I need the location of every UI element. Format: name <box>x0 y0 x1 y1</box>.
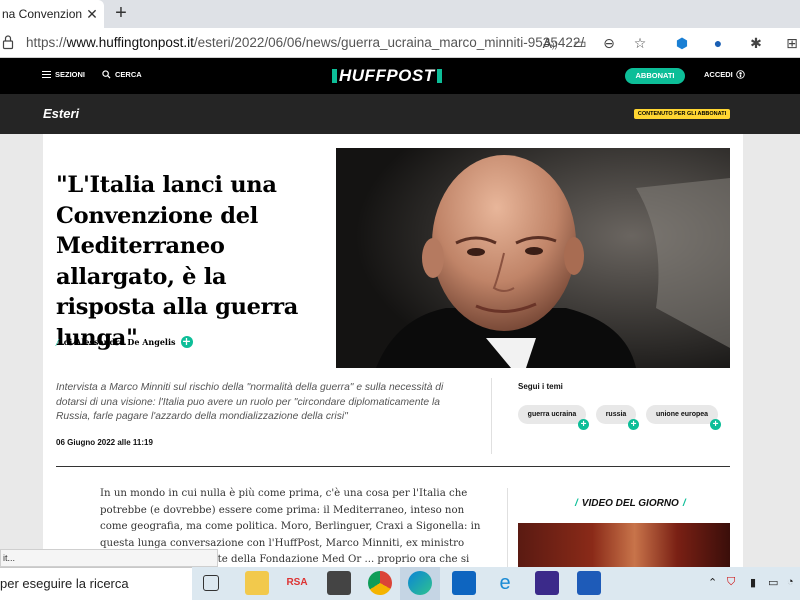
tray-network-icon[interactable]: ◔ <box>787 576 794 588</box>
login-button[interactable]: ACCEDI <box>704 70 745 79</box>
search-label: CERCA <box>115 70 142 79</box>
url-field[interactable]: https://www.huffingtonpost.it/esteri/202… <box>26 35 584 50</box>
lock-icon[interactable] <box>2 34 14 50</box>
edge-icon[interactable] <box>408 571 432 595</box>
favorite-star-icon[interactable]: ☆ <box>630 33 650 53</box>
new-tab-button[interactable]: + <box>110 2 132 24</box>
outlook-icon[interactable] <box>452 571 476 595</box>
app-icon-dark[interactable] <box>327 571 351 595</box>
horizontal-rule <box>56 466 730 467</box>
hamburger-icon <box>42 71 51 78</box>
tray-chevron-icon[interactable]: ⌃ <box>708 576 717 589</box>
url-host: www.huffingtonpost.it <box>66 35 194 50</box>
video-title-text: VIDEO DEL GIORNO <box>581 498 679 509</box>
topics-title: Segui i temi <box>518 382 563 391</box>
follow-tag-plus-icon[interactable]: + <box>710 419 721 430</box>
internet-explorer-icon[interactable]: e <box>493 571 517 595</box>
tray-usb-icon[interactable]: ▮ <box>750 576 756 589</box>
follow-tag-plus-icon[interactable]: + <box>628 419 639 430</box>
tag-label: russia <box>605 411 627 418</box>
column-divider <box>491 378 492 454</box>
tag-label: unione europea <box>655 411 709 418</box>
article-headline: "L'Italia lanci una Convenzione del Medi… <box>56 172 299 351</box>
tab-close-icon[interactable]: ✕ <box>82 6 102 23</box>
follow-tag-plus-icon[interactable]: + <box>578 419 589 430</box>
chrome-icon[interactable] <box>368 571 392 595</box>
sections-label: SEZIONI <box>55 70 86 79</box>
zoom-icon[interactable]: ⊖ <box>599 33 619 53</box>
browser-tab-bar: na Convenzione d ✕ + <box>0 0 800 28</box>
tag-unione-europea[interactable]: unione europea + <box>646 405 721 430</box>
byline: / di Alessandro De Angelis + <box>56 336 193 348</box>
logo-right-bar <box>436 69 442 83</box>
section-title[interactable]: Esteri <box>43 106 79 121</box>
huffpost-logo[interactable]: HUFFPOST <box>332 66 442 85</box>
url-prefix: https:// <box>26 35 67 50</box>
url-path: /esteri/2022/06/06/news/guerra_ucraina_m… <box>193 35 585 50</box>
site-header: SEZIONI CERCA HUFFPOST ABBONATI ACCEDI <box>0 58 800 94</box>
address-bar: https://www.huffingtonpost.it/esteri/202… <box>0 28 800 58</box>
tag-label: guerra ucraina <box>527 411 577 418</box>
subscribe-button[interactable]: ABBONATI <box>625 68 685 84</box>
search-button[interactable]: CERCA <box>102 70 142 79</box>
taskbar-search-input[interactable]: per eseguire la ricerca <box>0 567 192 600</box>
video-of-the-day-heading: / VIDEO DEL GIORNO / <box>575 498 686 509</box>
word-icon[interactable] <box>577 571 601 595</box>
task-view-icon[interactable] <box>203 575 219 591</box>
read-aloud-icon[interactable]: A)) <box>540 33 560 53</box>
author-name[interactable]: di Alessandro De Angelis <box>64 337 176 347</box>
extension-s-icon[interactable]: ● <box>708 33 728 53</box>
portrait-image <box>336 148 730 368</box>
follow-author-plus-icon[interactable]: + <box>180 336 193 348</box>
article-photo <box>336 148 730 368</box>
extension-shield-icon[interactable]: ⬢ <box>672 33 692 53</box>
slash-decoration: / <box>682 498 686 509</box>
video-thumbnail[interactable] <box>518 523 730 567</box>
tray-antivirus-icon[interactable]: ⛉ <box>727 576 735 589</box>
browser-tab-active[interactable]: na Convenzione d ✕ <box>0 0 104 28</box>
file-explorer-icon[interactable] <box>245 571 269 595</box>
reader-view-icon[interactable]: ▭ <box>570 33 590 53</box>
sidebar-divider <box>507 488 508 567</box>
tag-russia[interactable]: russia + <box>596 405 639 430</box>
sections-menu-button[interactable]: SEZIONI <box>42 70 85 79</box>
status-popup: it... <box>0 549 218 567</box>
rsa-app-icon[interactable]: RSA <box>285 571 309 595</box>
tag-guerra-ucraina[interactable]: guerra ucraina + <box>518 405 589 430</box>
byline-slash: / <box>56 337 59 347</box>
subscriber-content-badge: CONTENUTO PER GLI ABBONATI <box>634 109 730 119</box>
collections-icon[interactable]: ⊞ <box>782 33 800 53</box>
extensions-puzzle-icon[interactable]: ✱ <box>746 33 766 53</box>
slash-decoration: / <box>575 498 578 509</box>
login-label: ACCEDI <box>704 70 733 79</box>
tab-title: na Convenzione d <box>2 7 82 21</box>
tray-battery-icon[interactable]: ▭ <box>768 576 778 589</box>
publish-date: 06 Giugno 2022 alle 11:19 <box>56 438 153 447</box>
user-icon <box>736 70 745 79</box>
webex-icon[interactable] <box>535 571 559 595</box>
logo-text: HUFFPOST <box>339 66 435 85</box>
search-icon <box>102 70 111 79</box>
article-standfirst: Intervista a Marco Minniti sul rischio d… <box>56 382 444 422</box>
